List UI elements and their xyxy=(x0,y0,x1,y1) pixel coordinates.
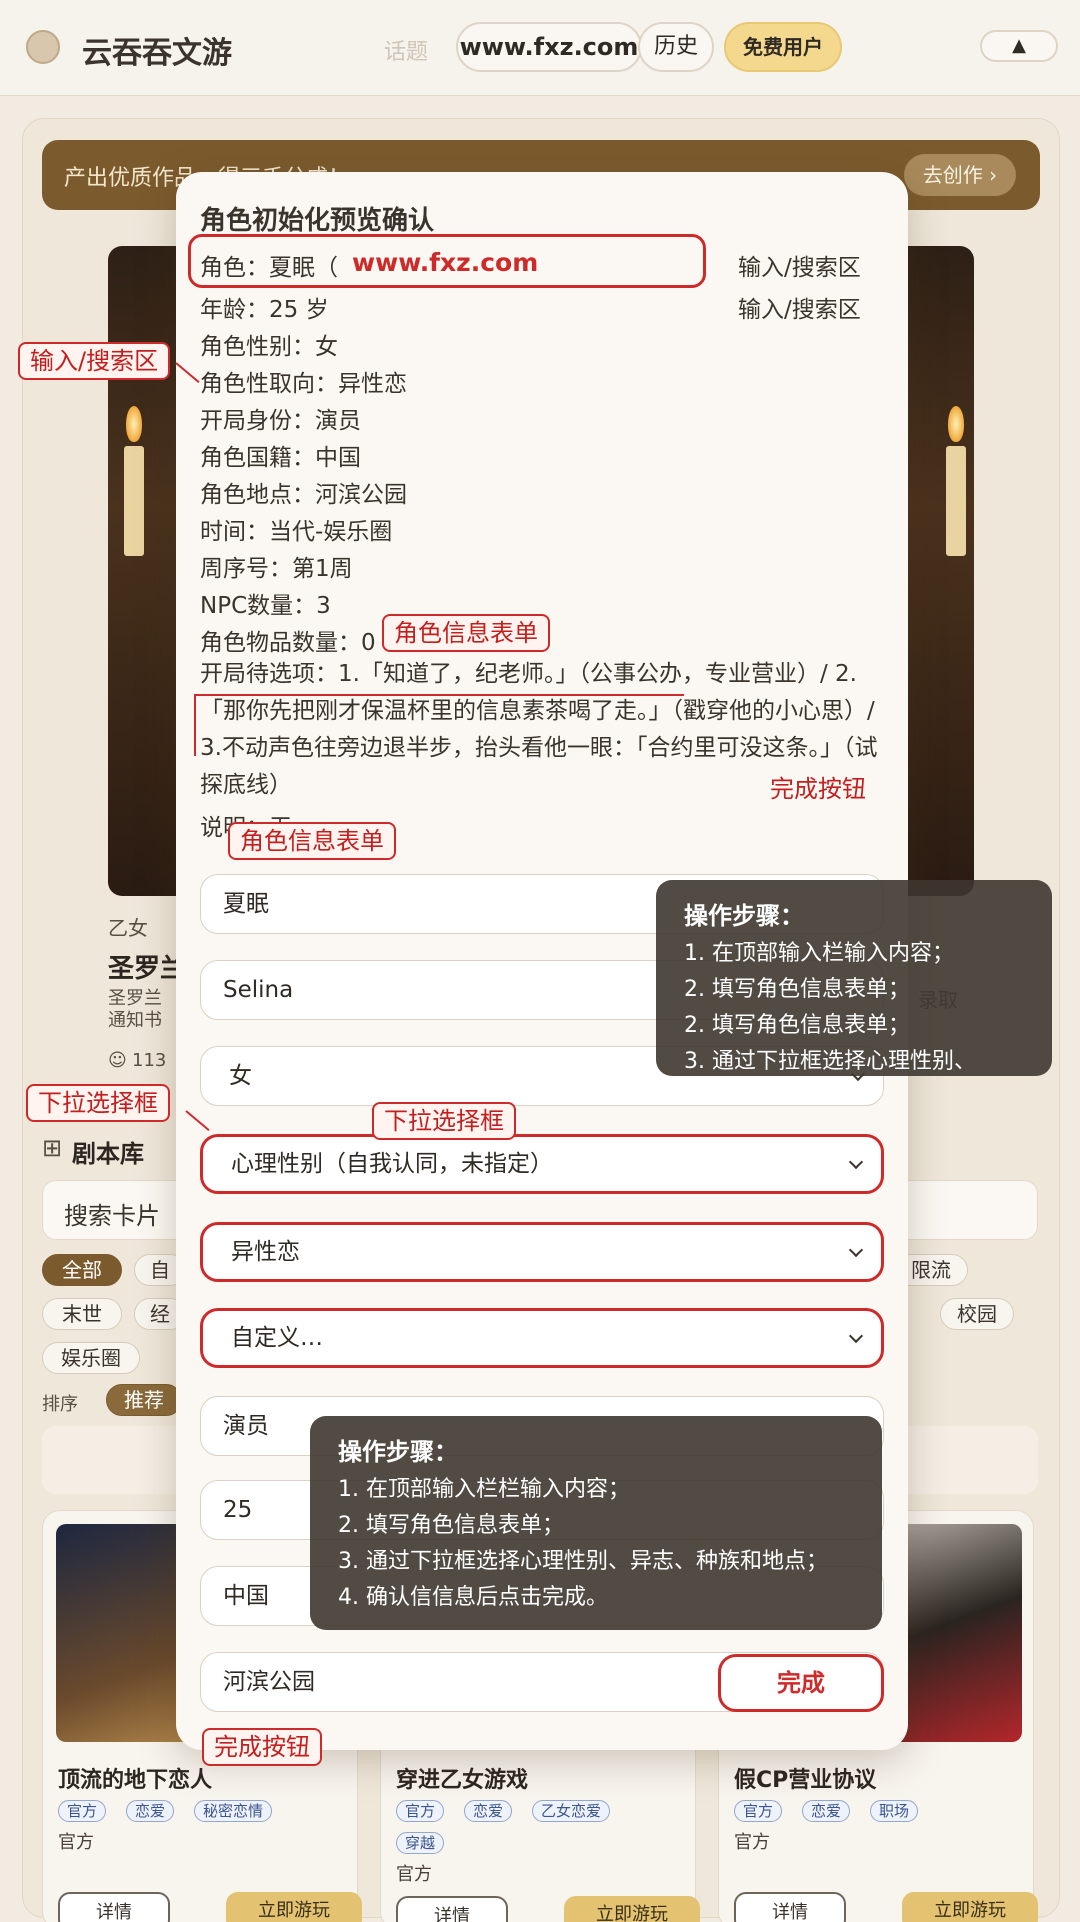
done-button[interactable]: 完成 xyxy=(718,1654,884,1712)
right-hint-input-2: 输入/搜索区 xyxy=(738,297,861,323)
tile-tag: 官方 xyxy=(58,1800,107,1822)
callout-input-search: 输入/搜索区 xyxy=(18,342,171,380)
psych-gender-value: 心理性别（自我认同，未指定） xyxy=(231,1151,553,1177)
library-search-placeholder: 搜索卡片 xyxy=(64,1202,160,1230)
tile-tag: 恋爱 xyxy=(464,1800,513,1822)
chevron-down-icon xyxy=(848,1328,864,1344)
info-orientation: 角色性取向：异性恋 xyxy=(200,371,407,397)
featured-count: 113 xyxy=(132,1050,167,1071)
steps-b-item: 2. 填写角色信息表单； xyxy=(338,1513,564,1538)
tile-tag: 秘密恋情 xyxy=(194,1800,273,1822)
featured-title: 圣罗兰 xyxy=(108,954,187,984)
candle-icon xyxy=(946,446,966,556)
info-age: 年龄：25 岁 xyxy=(200,297,329,323)
history-button[interactable]: 历史 xyxy=(638,22,714,72)
scroll-up-button[interactable]: ▲ xyxy=(980,30,1058,62)
orientation-select[interactable]: 异性恋 xyxy=(200,1222,884,1282)
tile-title: 穿进乙女游戏 xyxy=(396,1768,529,1793)
nav-topic-link[interactable]: 话题 xyxy=(384,34,428,66)
callout-role-form-2: 角色信息表单 xyxy=(228,822,396,860)
gender-select-value: 女 xyxy=(229,1063,252,1089)
info-identity: 开局身份：演员 xyxy=(200,408,361,434)
modal-title: 角色初始化预览确认 xyxy=(200,206,435,236)
tile-author: 官方 xyxy=(58,1832,94,1853)
callout-dropdown-left: 下拉选择框 xyxy=(26,1084,170,1122)
steps-a-item: 2. 填写角色信息表单； xyxy=(684,1013,910,1038)
steps-a-item: 3. 通过下拉框选择心理性别、 xyxy=(684,1049,976,1074)
info-npc-count: NPC数量：3 xyxy=(200,593,331,619)
orientation-value: 异性恋 xyxy=(231,1239,300,1265)
right-hint-input-1: 输入/搜索区 xyxy=(738,255,861,281)
chip-apocalypse[interactable]: 末世 xyxy=(42,1298,122,1330)
tile-title: 假CP营业协议 xyxy=(734,1768,877,1793)
sort-recommend[interactable]: 推荐 xyxy=(106,1384,182,1416)
steps-panel-b: 操作步骤： 1. 在顶部输入栏栏输入内容； 2. 填写角色信息表单； 3. 通过… xyxy=(310,1416,882,1630)
callout-dropdown-mid: 下拉选择框 xyxy=(372,1102,516,1140)
options-left-bracket xyxy=(194,696,196,756)
chevron-down-icon xyxy=(848,1242,864,1258)
chevron-down-icon xyxy=(848,1154,864,1170)
info-time: 时间：当代-娱乐圈 xyxy=(200,519,393,545)
tile-tag: 官方 xyxy=(734,1800,783,1822)
free-user-badge[interactable]: 免费用户 xyxy=(724,22,842,72)
featured-user-icon: ☺ xyxy=(108,1050,127,1071)
steps-b-item: 3. 通过下拉框选择心理性别、异志、种族和地点； xyxy=(338,1549,828,1574)
callout-done-bottom: 完成按钮 xyxy=(202,1728,322,1766)
steps-a-heading: 操作步骤： xyxy=(684,902,804,930)
callout-role-form-1: 角色信息表单 xyxy=(382,614,550,652)
custom-select[interactable]: 自定义… xyxy=(200,1308,884,1368)
chip-all[interactable]: 全部 xyxy=(42,1254,122,1286)
library-grid-icon: ⊞ xyxy=(42,1134,63,1162)
tile-title: 顶流的地下恋人 xyxy=(58,1768,213,1793)
options-underline xyxy=(194,694,684,696)
candle-icon xyxy=(124,446,144,556)
app-title: 云吞吞文游 xyxy=(82,36,232,71)
candle-flame-icon xyxy=(948,406,964,442)
sort-label: 排序 xyxy=(42,1394,78,1415)
tile-detail-button[interactable]: 详情 xyxy=(396,1896,508,1922)
tile-tag: 穿越 xyxy=(396,1832,445,1854)
custom-value: 自定义… xyxy=(231,1325,323,1351)
steps-b-heading: 操作步骤： xyxy=(338,1438,458,1466)
candle-flame-icon xyxy=(126,406,142,442)
tile-detail-button[interactable]: 详情 xyxy=(58,1892,170,1922)
info-item-count: 角色物品数量：0 xyxy=(200,630,376,656)
tile-tag: 恋爱 xyxy=(126,1800,175,1822)
info-location: 角色地点：河滨公园 xyxy=(200,482,407,508)
steps-b-item: 4. 确认信信息后点击完成。 xyxy=(338,1585,608,1610)
chip-entertainment[interactable]: 娱乐圈 xyxy=(42,1342,140,1374)
tile-author: 官方 xyxy=(734,1832,770,1853)
tile-play-button[interactable]: 立即游玩 xyxy=(564,1896,700,1922)
tile-author: 官方 xyxy=(396,1864,432,1885)
psych-gender-select[interactable]: 心理性别（自我认同，未指定） xyxy=(200,1134,884,1194)
chip-campus[interactable]: 校园 xyxy=(940,1298,1014,1330)
tile-tag: 官方 xyxy=(396,1800,445,1822)
tile-play-button[interactable]: 立即游玩 xyxy=(226,1892,362,1922)
tile-tag: 乙女恋爱 xyxy=(532,1800,611,1822)
url-pill[interactable]: www.fxz.com xyxy=(456,22,642,72)
steps-a-item: 1. 在顶部输入栏输入内容； xyxy=(684,941,954,966)
tile-tag: 职场 xyxy=(870,1800,919,1822)
tile-play-button[interactable]: 立即游玩 xyxy=(902,1892,1038,1922)
info-gender: 角色性别：女 xyxy=(200,334,338,360)
callout-done-right: 完成按钮 xyxy=(770,775,866,803)
tile-detail-button[interactable]: 详情 xyxy=(734,1892,846,1922)
featured-genre: 乙女 xyxy=(108,916,148,940)
go-create-button[interactable]: 去创作 › xyxy=(904,154,1016,196)
info-week: 周序号：第1周 xyxy=(200,556,353,582)
steps-b-item: 1. 在顶部输入栏栏输入内容； xyxy=(338,1477,630,1502)
steps-panel-a: 操作步骤： 1. 在顶部输入栏输入内容； 2. 填写角色信息表单； 2. 填写角… xyxy=(656,880,1052,1076)
tile-tag: 恋爱 xyxy=(802,1800,851,1822)
steps-a-item: 2. 填写角色信息表单； xyxy=(684,977,910,1002)
info-nationality: 角色国籍：中国 xyxy=(200,445,361,471)
top-input-highlight[interactable] xyxy=(188,234,706,288)
featured-sub2: 通知书 xyxy=(108,1010,162,1031)
library-title: 剧本库 xyxy=(72,1140,144,1168)
app-logo-icon[interactable] xyxy=(26,30,60,64)
